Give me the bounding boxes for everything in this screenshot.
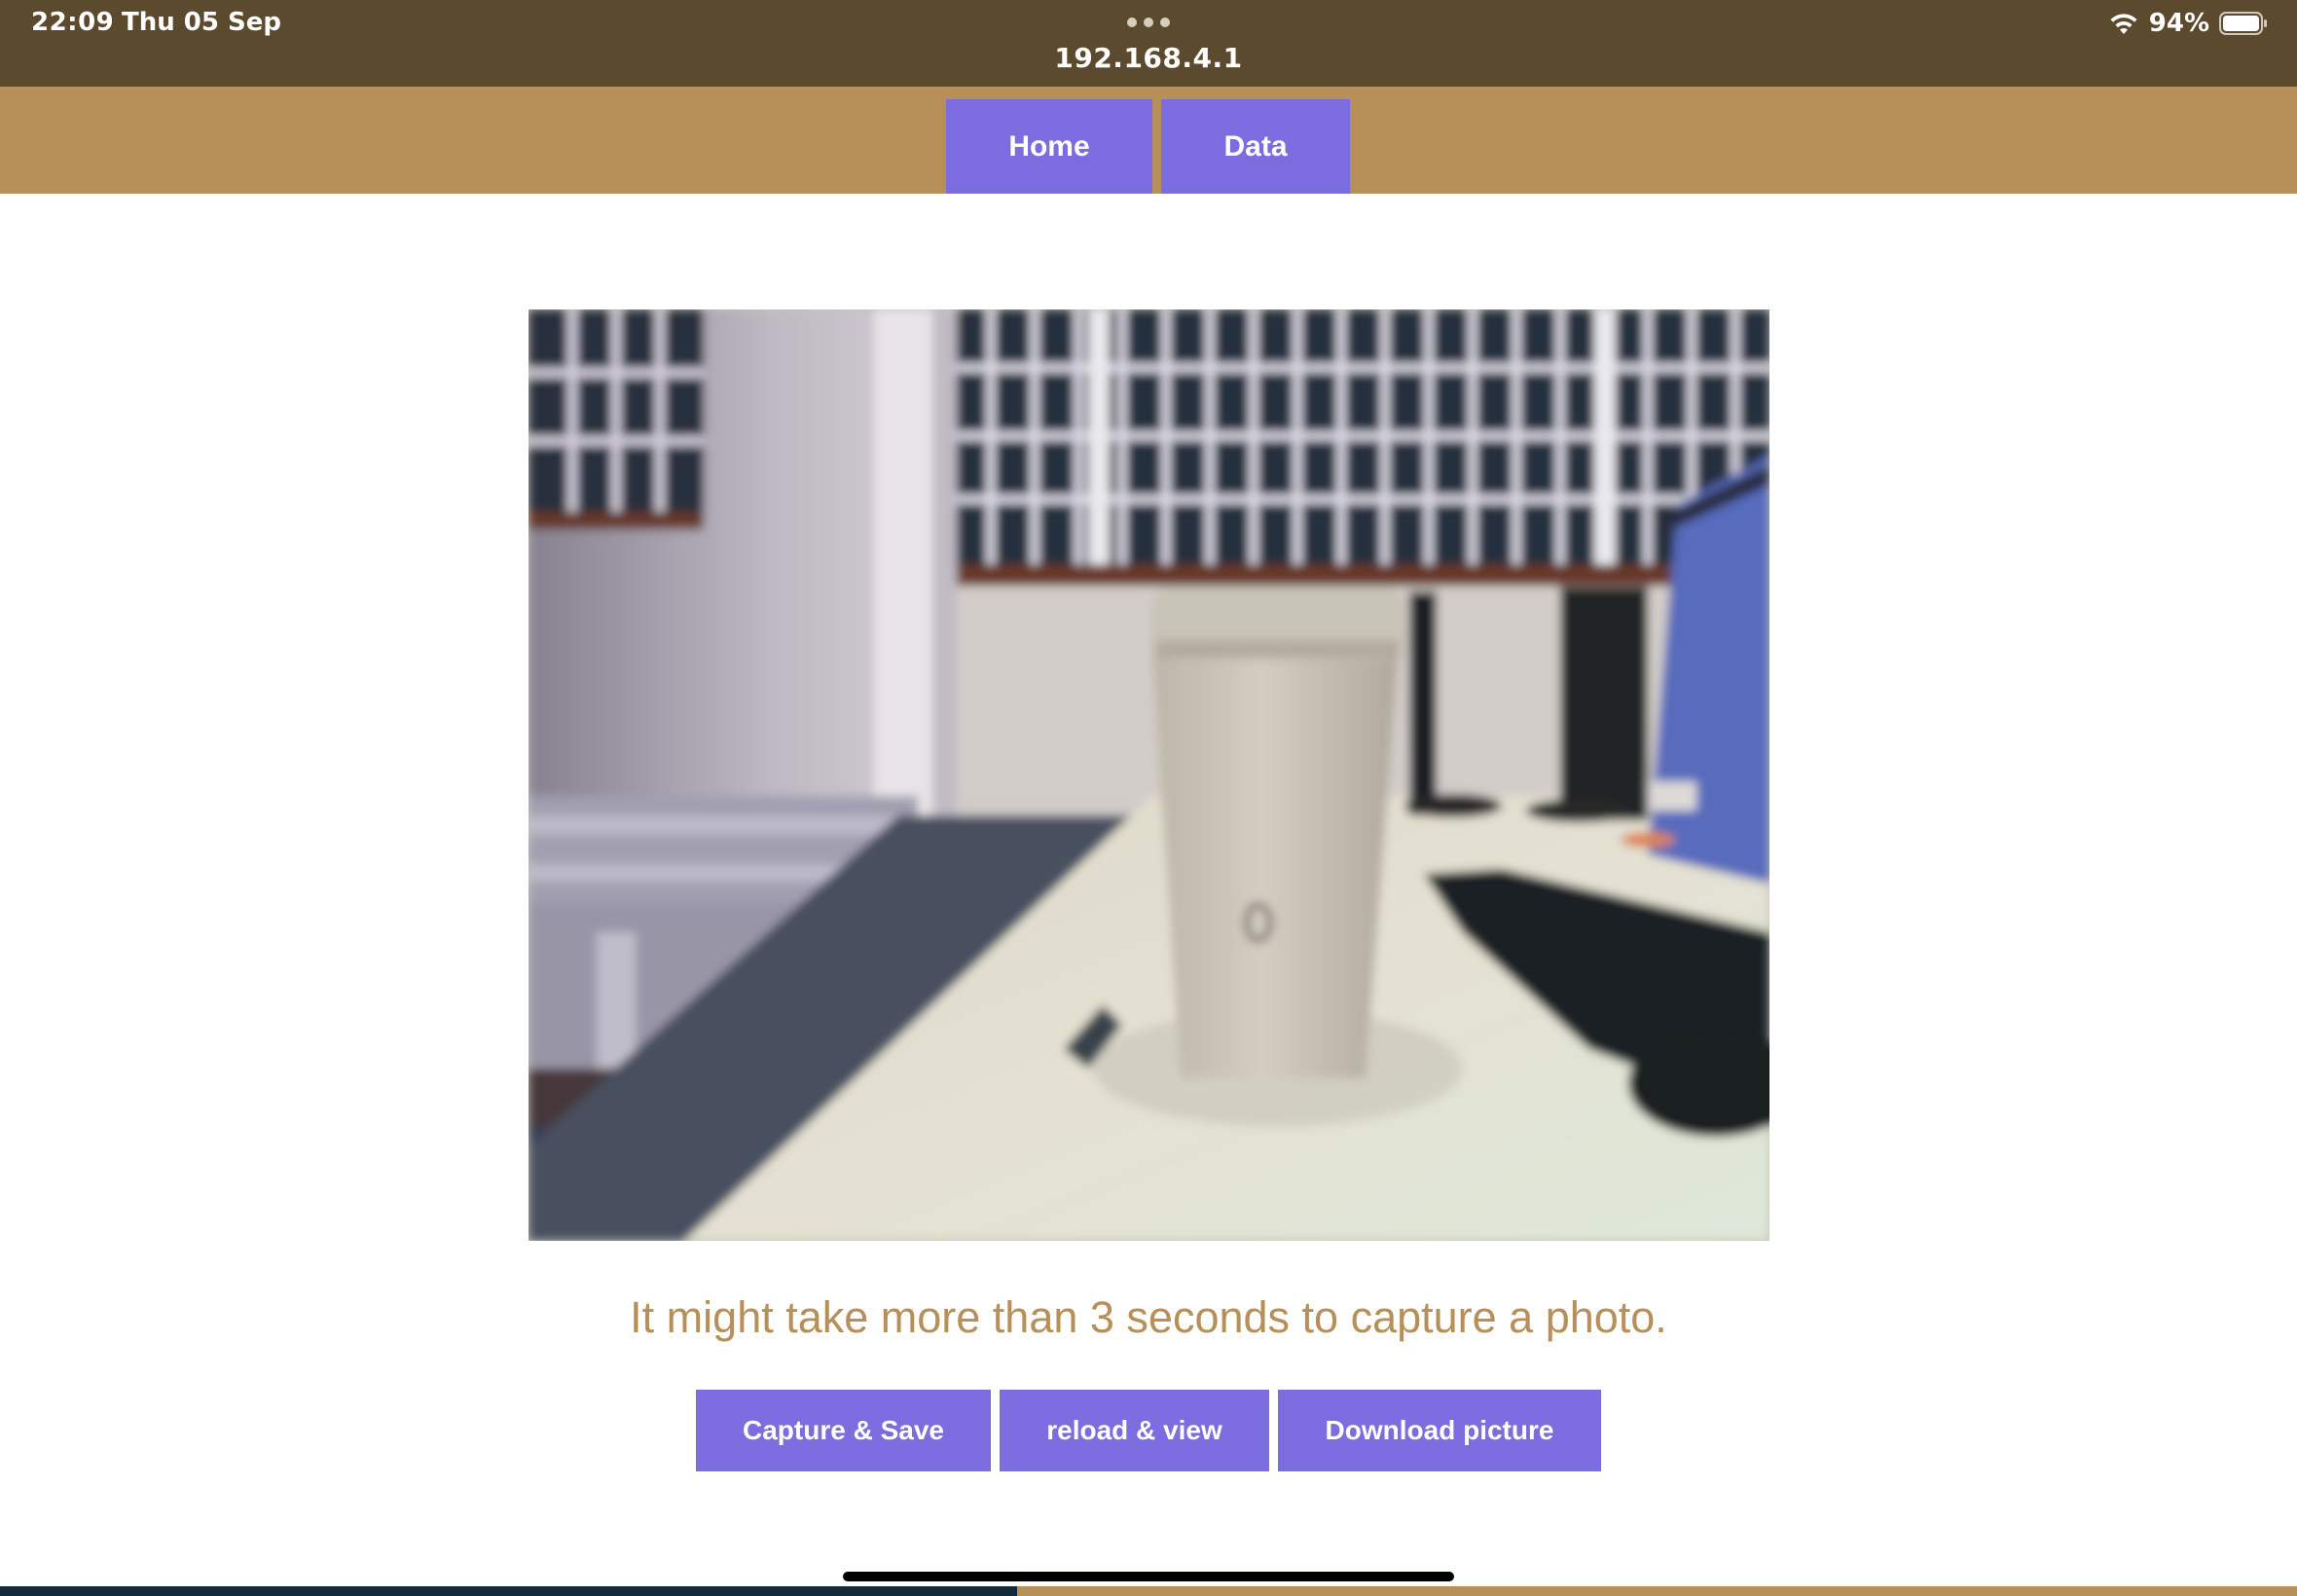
wifi-icon bbox=[2110, 14, 2137, 34]
status-indicators: 94% bbox=[2108, 8, 2268, 39]
address-bar[interactable]: 192.168.4.1 bbox=[0, 42, 2297, 74]
reload-view-button[interactable]: reload & view bbox=[1000, 1390, 1269, 1471]
ellipsis-icon[interactable] bbox=[1127, 18, 1170, 27]
status-time: 22:09 bbox=[31, 8, 115, 37]
bottom-strip-accent bbox=[1017, 1586, 2297, 1596]
status-date: Thu 05 Sep bbox=[122, 8, 282, 37]
battery-percent: 94% bbox=[2148, 9, 2209, 38]
page: 22:09 Thu 05 Sep 192.168.4.1 94% Home Da… bbox=[0, 0, 2297, 1596]
status-bar: 22:09 Thu 05 Sep 192.168.4.1 94% bbox=[0, 0, 2297, 87]
bottom-strip bbox=[0, 1586, 1017, 1596]
download-picture-button[interactable]: Download picture bbox=[1278, 1390, 1601, 1471]
camera-photo bbox=[529, 309, 1769, 1241]
nav-data-button[interactable]: Data bbox=[1161, 99, 1350, 194]
capture-notice: It might take more than 3 seconds to cap… bbox=[630, 1292, 1667, 1342]
site-nav: Home Data bbox=[0, 87, 2297, 194]
battery-icon bbox=[2219, 12, 2267, 35]
nav-home-button[interactable]: Home bbox=[946, 99, 1152, 194]
home-indicator[interactable] bbox=[843, 1572, 1454, 1581]
capture-save-button[interactable]: Capture & Save bbox=[696, 1390, 991, 1471]
